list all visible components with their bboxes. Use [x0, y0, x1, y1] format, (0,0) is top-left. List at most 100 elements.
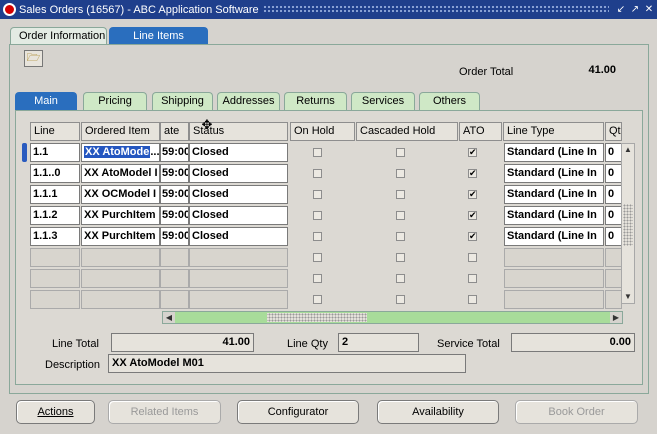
column-header-line-type[interactable]: Line Type: [503, 122, 604, 141]
ordered-item-cell[interactable]: [81, 290, 160, 309]
column-header-line[interactable]: Line: [30, 122, 80, 141]
status-cell[interactable]: [189, 248, 288, 267]
actions-button[interactable]: Actions: [16, 400, 95, 424]
row-indicator[interactable]: [22, 143, 27, 162]
tab-addresses[interactable]: Addresses: [217, 92, 280, 110]
ato-checkbox[interactable]: ✔: [468, 211, 477, 220]
ato-checkbox[interactable]: ✔: [468, 148, 477, 157]
ato-checkbox[interactable]: [468, 295, 477, 304]
tab-order-information[interactable]: Order Information: [10, 27, 107, 45]
tab-shipping[interactable]: Shipping: [152, 92, 213, 110]
scroll-up-icon[interactable]: ▲: [622, 144, 634, 156]
line-number-cell[interactable]: 1.1.3: [30, 227, 80, 246]
line-total-field[interactable]: 41.00: [111, 333, 254, 352]
column-header-quantity[interactable]: Qt: [605, 122, 622, 141]
status-cell[interactable]: Closed: [189, 227, 288, 246]
horizontal-scrollbar[interactable]: ◀ ▶: [162, 311, 623, 324]
status-cell[interactable]: [189, 290, 288, 309]
scroll-right-icon[interactable]: ▶: [610, 312, 622, 323]
line-number-cell[interactable]: [30, 290, 80, 309]
ato-checkbox[interactable]: [468, 274, 477, 283]
request-date-cell[interactable]: [160, 269, 189, 288]
row-indicator[interactable]: [22, 290, 27, 309]
on-hold-checkbox[interactable]: [313, 274, 322, 283]
tab-line-items[interactable]: Line Items: [109, 27, 208, 45]
restore-icon[interactable]: ↙: [615, 4, 627, 16]
description-field[interactable]: XX AtoModel M01: [108, 354, 466, 373]
configurator-button[interactable]: Configurator: [237, 400, 359, 424]
quantity-cell[interactable]: 0: [605, 164, 622, 183]
line-type-cell[interactable]: Standard (Line In: [504, 185, 604, 204]
cascaded-hold-checkbox[interactable]: [396, 232, 405, 241]
tab-others[interactable]: Others: [419, 92, 480, 110]
quantity-cell[interactable]: 0: [605, 143, 622, 162]
request-date-cell[interactable]: 59:00: [160, 164, 189, 183]
quantity-cell[interactable]: 0: [605, 185, 622, 204]
line-qty-field[interactable]: 2: [338, 333, 419, 352]
status-cell[interactable]: Closed: [189, 143, 288, 162]
vertical-scrollbar[interactable]: ▲ ▼: [621, 143, 635, 304]
line-type-cell[interactable]: Standard (Line In: [504, 143, 604, 162]
request-date-cell[interactable]: 59:00: [160, 143, 189, 162]
line-number-cell[interactable]: 1.1..0: [30, 164, 80, 183]
horizontal-scroll-thumb[interactable]: [267, 313, 367, 322]
column-header-cascaded-hold[interactable]: Cascaded Hold: [356, 122, 458, 141]
row-indicator[interactable]: [22, 185, 27, 204]
ato-checkbox[interactable]: ✔: [468, 232, 477, 241]
cascaded-hold-checkbox[interactable]: [396, 190, 405, 199]
on-hold-checkbox[interactable]: [313, 295, 322, 304]
line-type-cell[interactable]: [504, 248, 604, 267]
quantity-cell[interactable]: 0: [605, 206, 622, 225]
availability-button[interactable]: Availability: [377, 400, 499, 424]
on-hold-checkbox[interactable]: [313, 148, 322, 157]
cascaded-hold-checkbox[interactable]: [396, 253, 405, 262]
request-date-cell[interactable]: [160, 248, 189, 267]
line-number-cell[interactable]: 1.1: [30, 143, 80, 162]
column-header-on-hold[interactable]: On Hold: [290, 122, 355, 141]
close-icon[interactable]: ✕: [643, 4, 655, 16]
quantity-cell[interactable]: [605, 269, 622, 288]
tab-pricing[interactable]: Pricing: [83, 92, 147, 110]
list-of-values-icon[interactable]: ...: [150, 146, 159, 158]
line-type-cell[interactable]: [504, 290, 604, 309]
request-date-cell[interactable]: 59:00: [160, 206, 189, 225]
on-hold-checkbox[interactable]: [313, 232, 322, 241]
book-order-button[interactable]: Book Order: [515, 400, 638, 424]
request-date-cell[interactable]: [160, 290, 189, 309]
on-hold-checkbox[interactable]: [313, 253, 322, 262]
ordered-item-cell[interactable]: XX AtoMode...: [81, 143, 160, 162]
cascaded-hold-checkbox[interactable]: [396, 211, 405, 220]
ordered-item-cell[interactable]: [81, 248, 160, 267]
line-number-cell[interactable]: 1.1.1: [30, 185, 80, 204]
row-indicator[interactable]: [22, 164, 27, 183]
column-header-ato[interactable]: ATO: [459, 122, 502, 141]
tab-returns[interactable]: Returns: [284, 92, 347, 110]
related-items-button[interactable]: Related Items: [108, 400, 221, 424]
line-number-cell[interactable]: 1.1.2: [30, 206, 80, 225]
quantity-cell[interactable]: [605, 248, 622, 267]
request-date-cell[interactable]: 59:00: [160, 185, 189, 204]
ato-checkbox[interactable]: ✔: [468, 169, 477, 178]
quantity-cell[interactable]: 0: [605, 227, 622, 246]
cascaded-hold-checkbox[interactable]: [396, 274, 405, 283]
line-number-cell[interactable]: [30, 269, 80, 288]
service-total-field[interactable]: 0.00: [511, 333, 635, 352]
status-cell[interactable]: Closed: [189, 185, 288, 204]
scroll-left-icon[interactable]: ◀: [163, 312, 175, 323]
status-cell[interactable]: [189, 269, 288, 288]
tab-services[interactable]: Services: [351, 92, 415, 110]
line-type-cell[interactable]: Standard (Line In: [504, 164, 604, 183]
vertical-scroll-thumb[interactable]: [623, 204, 633, 246]
status-cell[interactable]: Closed: [189, 164, 288, 183]
maximize-icon[interactable]: ↗: [629, 4, 641, 16]
cascaded-hold-checkbox[interactable]: [396, 148, 405, 157]
quantity-cell[interactable]: [605, 290, 622, 309]
column-header-request-date[interactable]: ate: [160, 122, 189, 141]
open-folder-icon[interactable]: 🗁: [24, 50, 43, 67]
cascaded-hold-checkbox[interactable]: [396, 295, 405, 304]
row-indicator[interactable]: [22, 248, 27, 267]
row-indicator[interactable]: [22, 206, 27, 225]
ordered-item-cell[interactable]: [81, 269, 160, 288]
cascaded-hold-checkbox[interactable]: [396, 169, 405, 178]
line-type-cell[interactable]: Standard (Line In: [504, 227, 604, 246]
